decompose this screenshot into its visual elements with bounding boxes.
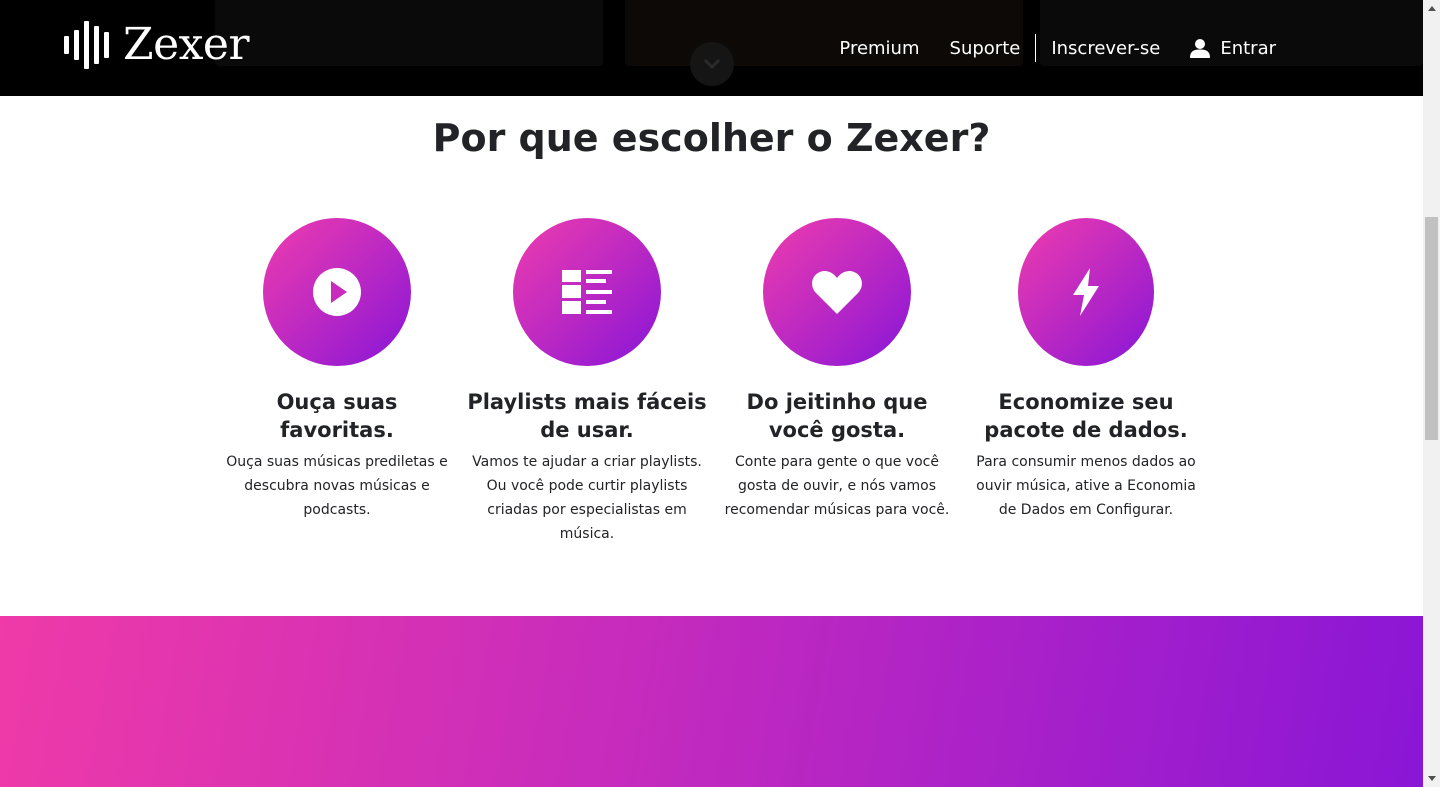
nav-login-link[interactable]: Entrar [1190,38,1276,59]
gradient-banner [0,616,1423,787]
feature-icon-circle [1018,218,1154,366]
playlist-icon [562,270,612,314]
site-header: Zexer Premium Suporte Inscrever-se Entra… [0,0,1423,96]
feature-icon-circle [763,218,911,366]
scroll-down-button[interactable] [690,42,734,86]
logo-equalizer-icon [64,21,109,69]
feature-item: Do jeitinho que você gosta. Conte para g… [717,218,957,522]
hero-image-tile [215,0,603,66]
feature-item: Ouça suas favoritas. Ouça suas músicas p… [217,218,457,522]
feature-item: Economize seu pacote de dados. Para cons… [966,218,1206,522]
logo-text: Zexer [123,19,250,70]
vertical-scrollbar[interactable] [1423,0,1440,787]
triangle-up-icon [1427,6,1436,11]
feature-title: Ouça suas favoritas. [276,390,398,442]
feature-description: Ouça suas músicas prediletas e descubra … [226,454,448,518]
features-title: Por que escolher o Zexer? [432,116,991,160]
nav-premium-link[interactable]: Premium [839,38,919,59]
nav-signup-link[interactable]: Inscrever-se [1051,38,1160,59]
triangle-down-icon [1427,776,1436,781]
feature-icon-circle [263,218,411,366]
feature-title: Playlists mais fáceis de usar. [467,390,707,442]
feature-description: Vamos te ajudar a criar playlists. Ou vo… [472,454,702,542]
feature-description: Conte para gente o que você gosta de ouv… [724,454,950,518]
feature-description: Para consumir menos dados ao ouvir músic… [976,454,1196,518]
scroll-up-arrow[interactable] [1423,0,1440,17]
nav-login-label: Entrar [1220,37,1276,59]
nav-divider [1035,34,1037,62]
scroll-down-arrow[interactable] [1423,770,1440,787]
main-nav: Premium Suporte Inscrever-se Entrar [839,32,1276,64]
user-icon [1190,39,1211,58]
feature-item: Playlists mais fáceis de usar. Vamos te … [467,218,707,546]
scrollbar-thumb[interactable] [1425,217,1438,440]
play-circle-icon [313,268,361,316]
feature-title: Economize seu pacote de dados. [984,390,1188,442]
feature-title: Do jeitinho que você gosta. [746,390,928,442]
lightning-icon [1073,268,1099,316]
heart-icon [812,270,862,314]
feature-icon-circle [513,218,661,366]
logo[interactable]: Zexer [64,19,250,70]
chevron-down-icon [703,58,721,70]
nav-suporte-link[interactable]: Suporte [950,38,1021,59]
